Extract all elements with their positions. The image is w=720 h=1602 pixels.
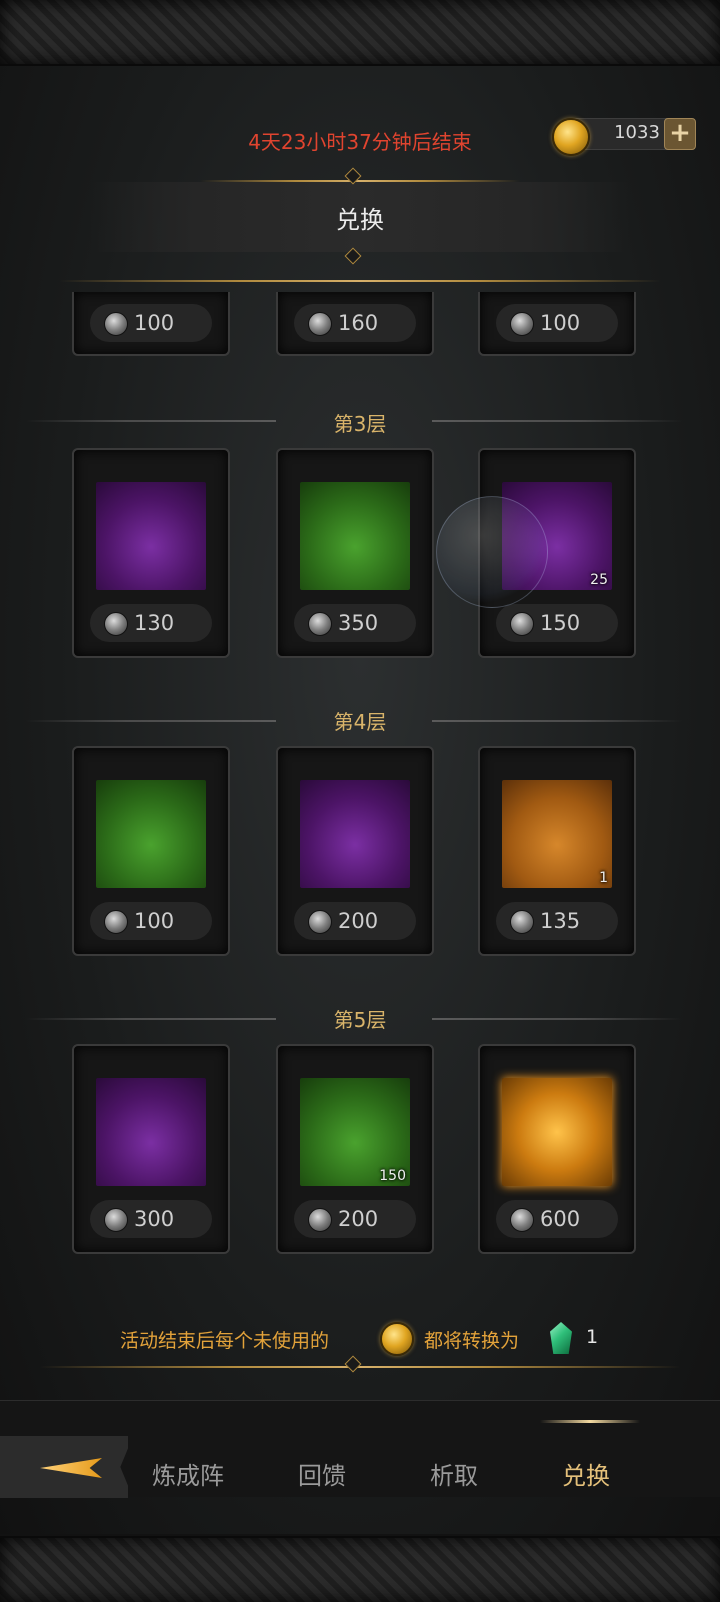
price-value: 300 <box>134 1207 175 1231</box>
item-card[interactable]: 130 <box>72 448 230 658</box>
price-value: 100 <box>134 311 175 335</box>
item-card[interactable]: 300 <box>72 1044 230 1254</box>
item-card[interactable]: 150 200 <box>276 1044 434 1254</box>
price-value: 200 <box>338 909 379 933</box>
page-title: 兑换 <box>336 206 384 234</box>
treasure-chest-icon <box>300 780 410 888</box>
currency-amount: 1033 <box>614 122 660 143</box>
price-value: 200 <box>338 1207 379 1231</box>
tab-rewards[interactable]: 回馈 <box>298 1456 346 1491</box>
green-potion-icon: 150 <box>300 1078 410 1186</box>
token-icon <box>104 910 128 934</box>
conversion-note: 活动结束后每个未使用的 都将转换为 1 <box>0 1318 720 1358</box>
token-icon <box>104 1208 128 1232</box>
crystal-chest-icon <box>502 1078 612 1186</box>
tier-label: 第5层 <box>333 1008 387 1032</box>
price-value: 100 <box>540 311 581 335</box>
price-tag: 600 <box>496 1200 618 1238</box>
price-value: 160 <box>338 311 379 335</box>
item-quantity: 150 <box>379 1168 406 1184</box>
convert-amount: 1 <box>586 1326 599 1348</box>
tab-exchange[interactable]: 兑换 <box>562 1456 610 1491</box>
price-tag: 100 <box>496 304 618 342</box>
price-tag: 100 <box>90 304 212 342</box>
banner-bottom-line <box>60 280 660 282</box>
price-tag: 160 <box>294 304 416 342</box>
item-quantity: 1 <box>599 870 608 886</box>
note-text: 活动结束后每个未使用的 <box>120 1330 330 1352</box>
pyramid-relic-icon <box>96 780 206 888</box>
green-gem-icon <box>550 1322 572 1354</box>
note-text: 都将转换为 <box>424 1330 520 1352</box>
purple-chest-icon: 1 <box>502 780 612 888</box>
item-card[interactable]: 1 135 <box>478 746 636 956</box>
currency-display: 1033 + <box>552 116 696 156</box>
price-value: 100 <box>134 909 175 933</box>
price-tag: 135 <box>496 902 618 940</box>
token-icon <box>308 910 332 934</box>
tab-extract[interactable]: 析取 <box>430 1456 478 1491</box>
token-icon <box>104 312 128 336</box>
top-frame <box>0 0 720 66</box>
token-icon <box>104 612 128 636</box>
item-card[interactable]: 350 <box>276 448 434 658</box>
price-tag: 200 <box>294 1200 416 1238</box>
tier-label: 第3层 <box>333 412 387 436</box>
banner-top-line <box>200 180 520 182</box>
token-icon <box>308 312 332 336</box>
token-icon <box>510 612 534 636</box>
token-icon <box>308 1208 332 1232</box>
gold-coin-icon <box>380 1322 414 1356</box>
item-card[interactable]: 100 <box>478 292 636 356</box>
item-quantity: 25 <box>590 572 608 588</box>
item-card[interactable]: 100 <box>72 292 230 356</box>
tier-label: 第4层 <box>333 710 387 734</box>
bottom-frame <box>0 1536 720 1602</box>
price-tag: 350 <box>294 604 416 642</box>
token-icon <box>510 312 534 336</box>
price-tag: 150 <box>496 604 618 642</box>
item-card[interactable]: 200 <box>276 746 434 956</box>
price-value: 130 <box>134 611 175 635</box>
price-tag: 300 <box>90 1200 212 1238</box>
price-value: 600 <box>540 1207 581 1231</box>
spiked-armor-icon <box>300 482 410 590</box>
bubble-effect <box>436 496 548 608</box>
price-value: 135 <box>540 909 581 933</box>
footer-divider <box>40 1366 680 1368</box>
price-tag: 200 <box>294 902 416 940</box>
item-card[interactable]: 100 <box>72 746 230 956</box>
item-card[interactable]: 600 <box>478 1044 636 1254</box>
price-tag: 100 <box>90 902 212 940</box>
add-currency-button[interactable]: + <box>664 118 696 150</box>
price-value: 150 <box>540 611 581 635</box>
token-icon <box>510 910 534 934</box>
active-tab-indicator <box>540 1420 640 1423</box>
treasure-chest-icon <box>96 482 206 590</box>
tab-alchemy[interactable]: 炼成阵 <box>152 1456 224 1491</box>
gold-coin-icon <box>552 118 590 156</box>
token-icon <box>510 1208 534 1232</box>
token-icon <box>308 612 332 636</box>
treasure-chest-icon <box>96 1078 206 1186</box>
price-value: 350 <box>338 611 379 635</box>
item-card[interactable]: 160 <box>276 292 434 356</box>
price-tag: 130 <box>90 604 212 642</box>
